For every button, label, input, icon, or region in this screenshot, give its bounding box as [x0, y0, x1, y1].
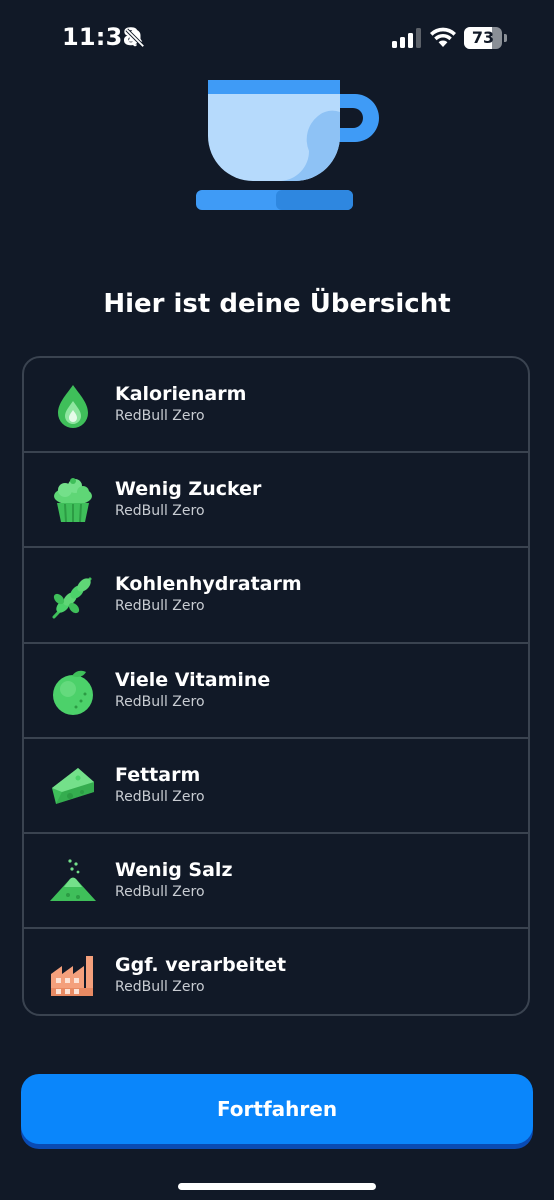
summary-item-wenig-salz: Wenig Salz RedBull Zero [24, 834, 528, 930]
summary-item-title: Fettarm [115, 763, 201, 786]
summary-item-wenig-zucker: Wenig Zucker RedBull Zero [24, 453, 528, 549]
summary-item-title: Wenig Salz [115, 858, 233, 881]
factory-icon [51, 956, 93, 997]
summary-item-title: Viele Vitamine [115, 668, 271, 691]
page-title: Hier ist deine Übersicht [103, 289, 451, 319]
wheat-icon [52, 577, 92, 619]
wifi-icon [430, 27, 456, 47]
summary-item-subtitle: RedBull Zero [115, 503, 205, 520]
cupcake-icon [54, 478, 92, 523]
cheese-icon [52, 767, 94, 804]
flame-drop-icon [58, 385, 88, 428]
lime-icon [53, 670, 93, 715]
battery-icon: 73 [464, 27, 508, 49]
summary-item-subtitle: RedBull Zero [115, 979, 205, 996]
summary-item-title: Kohlenhydratarm [115, 573, 302, 596]
salt-pile-icon [50, 859, 96, 901]
summary-item-kohlenhydratarm: Kohlenhydratarm RedBull Zero [24, 548, 528, 644]
summary-item-subtitle: RedBull Zero [115, 408, 205, 424]
summary-item-viele-vitamine: Viele Vitamine RedBull Zero [24, 644, 528, 739]
summary-item-ggf-verarbeitet: Ggf. verarbeitet RedBull Zero [24, 929, 528, 1014]
summary-item-subtitle: RedBull Zero [115, 788, 205, 805]
summary-item-kalorienarm: Kalorienarm RedBull Zero [24, 358, 528, 454]
status-bar: 11:38 73 [0, 0, 554, 76]
summary-item-fettarm: Fettarm RedBull Zero [24, 739, 528, 834]
continue-button[interactable]: Fortfahren [21, 1074, 533, 1144]
summary-item-title: Ggf. verarbeitet [115, 954, 287, 977]
summary-item-subtitle: RedBull Zero [115, 693, 205, 710]
summary-item-subtitle: RedBull Zero [115, 598, 205, 615]
coffee-cup-icon [196, 80, 379, 210]
summary-item-title: Wenig Zucker [115, 478, 262, 501]
cellular-signal-icon [392, 28, 421, 48]
battery-level: 73 [471, 28, 495, 47]
summary-list: Kalorienarm RedBull Zero Wenig Zucker Re… [22, 356, 530, 1016]
summary-item-subtitle: RedBull Zero [115, 883, 205, 900]
bell-slash-icon [125, 28, 145, 48]
summary-item-title: Kalorienarm [115, 383, 247, 405]
home-indicator[interactable] [178, 1183, 376, 1190]
